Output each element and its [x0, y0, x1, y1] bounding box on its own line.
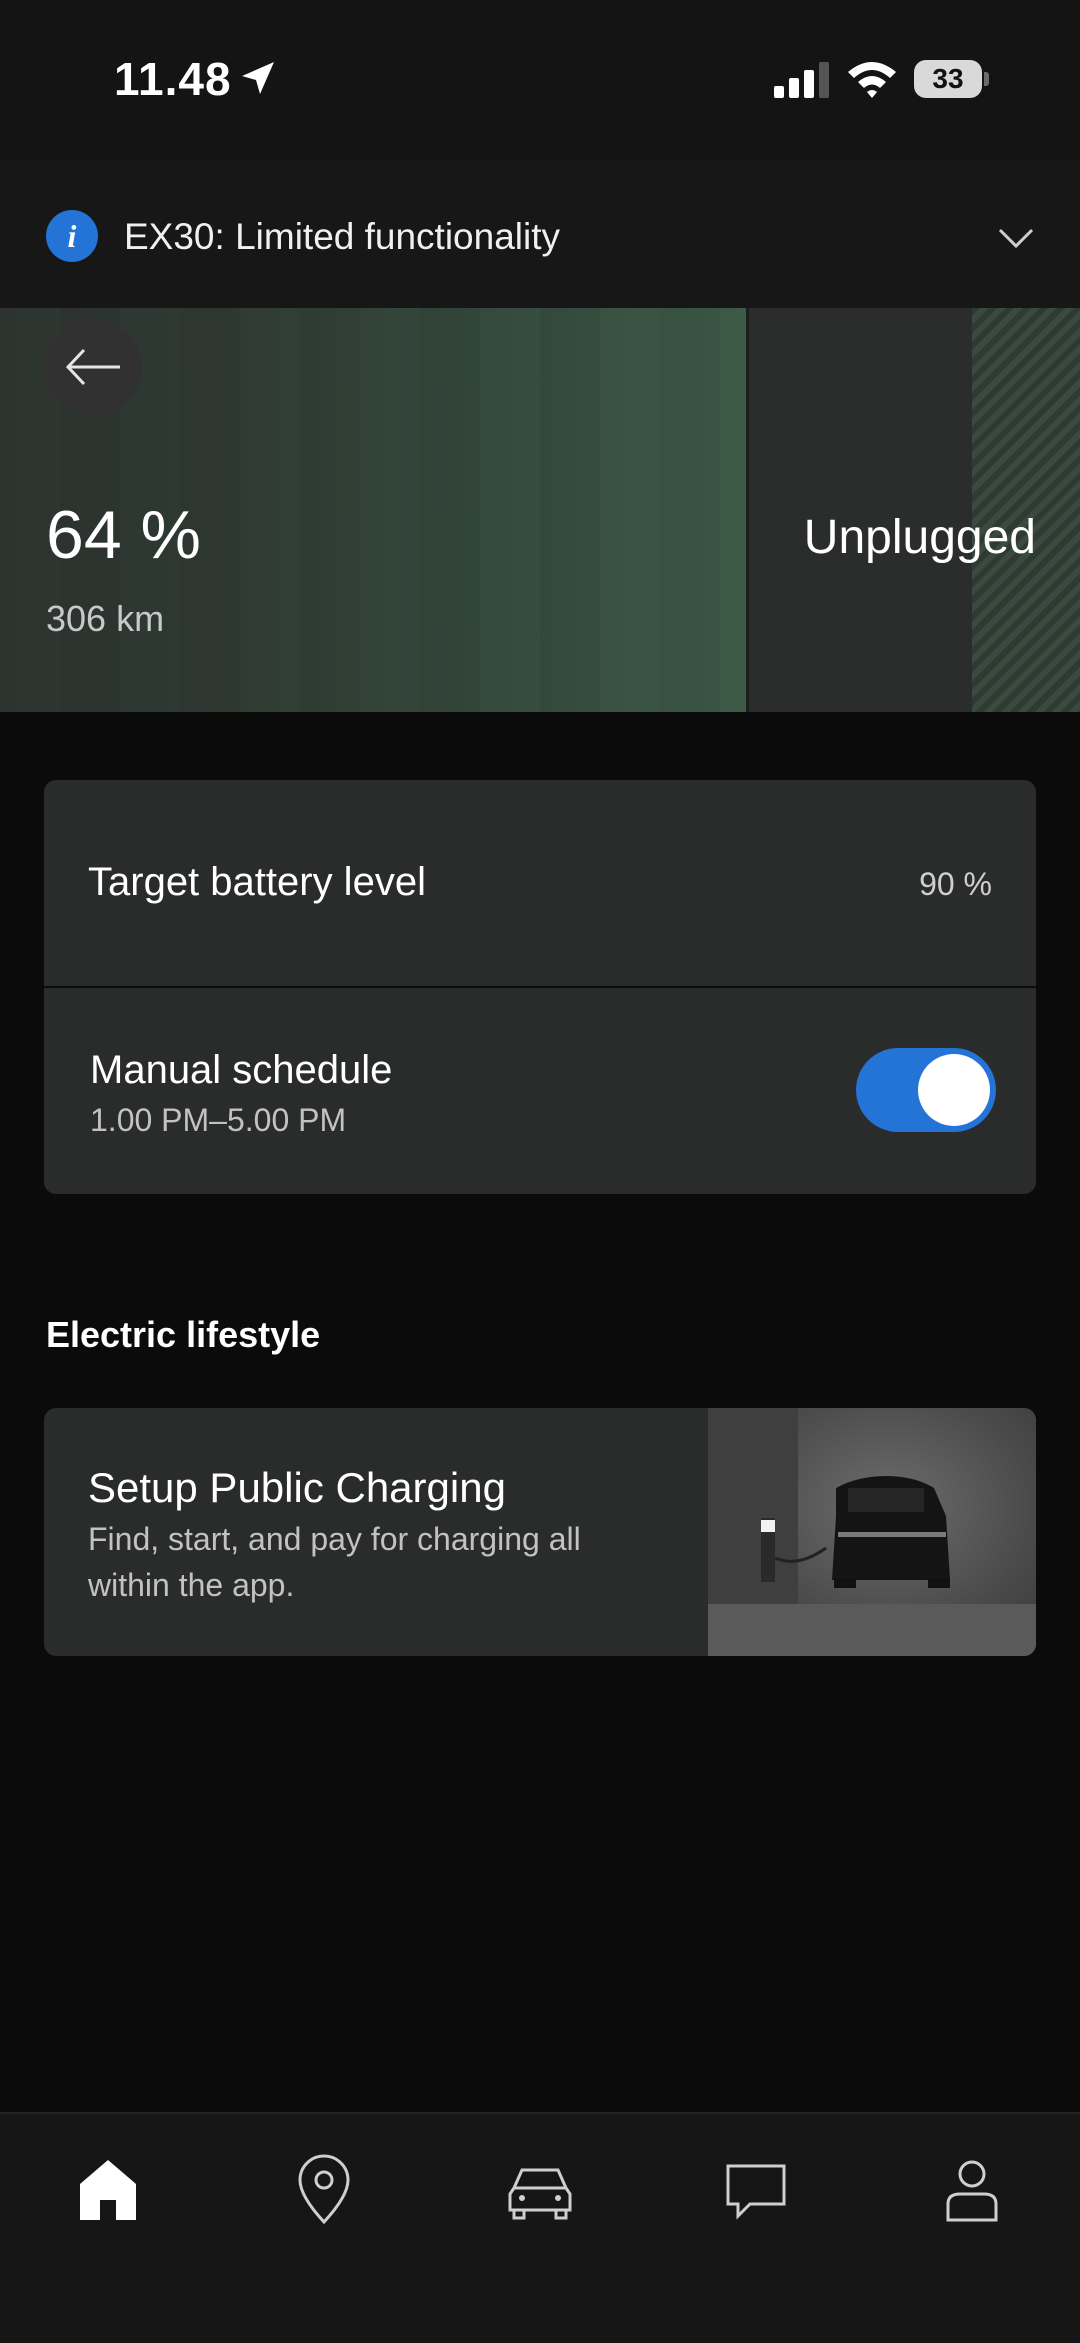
limited-functionality-banner[interactable]: i EX30: Limited functionality [0, 160, 1080, 310]
banner-text: EX30: Limited functionality [124, 216, 561, 257]
target-battery-value: 90 % [919, 866, 992, 902]
section-title: Electric lifestyle [46, 1314, 321, 1355]
profile-icon[interactable] [932, 2150, 1012, 2230]
promo-title: Setup Public Charging [88, 1464, 506, 1511]
back-button[interactable] [44, 318, 142, 416]
battery-level: 33 [914, 60, 982, 98]
battery-range: 306 km [46, 598, 165, 639]
home-icon[interactable] [68, 2150, 148, 2230]
status-time: 11.48 [114, 53, 232, 105]
plug-status: Unplugged [803, 511, 1036, 564]
target-battery-label: Target battery level [88, 860, 426, 904]
bottom-navigation [0, 2112, 1080, 2343]
cellular-signal-icon [774, 62, 829, 98]
schedule-title: Manual schedule [90, 1048, 393, 1092]
charge-status-panel: 64 % 306 km Unplugged [0, 308, 1080, 712]
location-arrow-icon [242, 62, 274, 94]
battery-percent: 64 % [46, 497, 201, 573]
toggle-knob [918, 1054, 990, 1126]
promo-description: Find, start, and pay for charging all wi… [88, 1521, 581, 1603]
public-charging-card[interactable]: Setup Public Charging Find, start, and p… [44, 1408, 1036, 1656]
car-icon[interactable] [500, 2150, 580, 2230]
charging-car-image [708, 1408, 1036, 1656]
schedule-time: 1.00 PM–5.00 PM [90, 1102, 347, 1138]
target-battery-level-row[interactable]: Target battery level 90 % [44, 780, 1036, 986]
wifi-icon [848, 62, 896, 98]
arrow-left-icon [65, 348, 120, 386]
chat-icon[interactable] [716, 2150, 796, 2230]
battery-icon: 33 [914, 60, 990, 98]
schedule-toggle[interactable] [856, 1048, 996, 1132]
chevron-down-icon[interactable] [996, 218, 1036, 258]
info-icon: i [46, 210, 98, 262]
status-bar: 11.48 33 [0, 0, 1080, 160]
battery-level-marker [746, 308, 749, 712]
manual-schedule-row: Manual schedule 1.00 PM–5.00 PM [44, 988, 1036, 1194]
map-pin-icon[interactable] [284, 2150, 364, 2230]
